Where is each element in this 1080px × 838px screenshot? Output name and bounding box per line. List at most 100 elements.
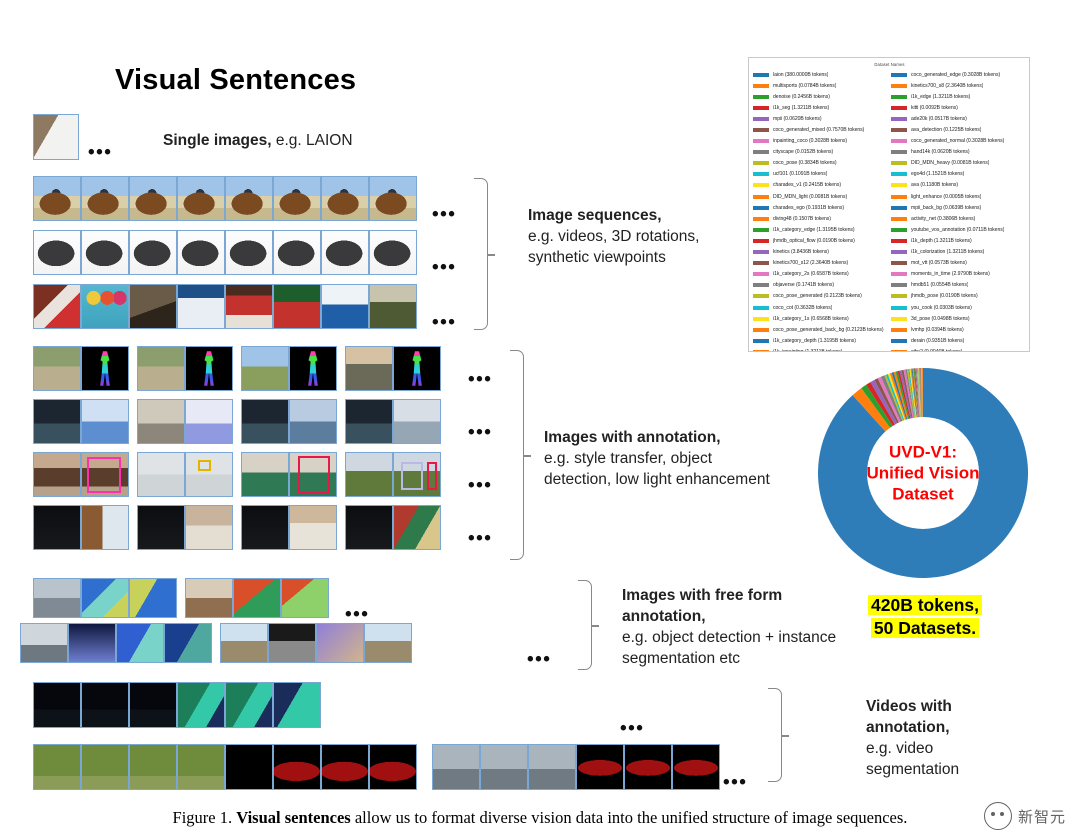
legend-item: laion (380.0000B tokens) <box>753 69 888 80</box>
legend-label: DID_MDN_light (0.0081B tokens) <box>773 193 848 200</box>
thumb-annotation <box>289 505 337 550</box>
legend-item: coco_pose_generated_back_bg (0.2123B tok… <box>753 324 888 335</box>
legend-item: i1k_category_1s (0.6568B tokens) <box>753 313 888 324</box>
legend-label: 3d_pose (0.0498B tokens) <box>911 315 970 322</box>
freeform-pair <box>20 623 212 663</box>
annotation-row-pose <box>33 346 449 391</box>
legend-swatch <box>891 316 907 321</box>
thumb-annotation <box>393 346 441 391</box>
thumb-seq <box>129 284 177 329</box>
bbox <box>87 457 121 493</box>
legend-swatch <box>753 349 769 351</box>
ellipsis-vid-1: ••• <box>620 718 645 739</box>
legend-swatch <box>753 205 769 210</box>
legend-swatch <box>891 238 907 243</box>
thumb-input <box>241 346 289 391</box>
legend-swatch <box>891 105 907 110</box>
annotation-pair <box>345 452 441 497</box>
annotation-pair <box>345 505 441 550</box>
legend-swatch <box>891 305 907 310</box>
callout-images-with-annotation: Images with annotation, e.g. style trans… <box>544 427 774 490</box>
legend-item: ava_detection (0.1225B tokens) <box>891 124 1026 135</box>
thumb-input <box>137 346 185 391</box>
legend-label: mot_vtt (0.0573B tokens) <box>911 260 967 267</box>
legend-item: mpii_back_bg (0.0639B tokens) <box>891 202 1026 213</box>
legend-label: kinetics700_s8 (2.3640B tokens) <box>911 82 984 89</box>
thumb-video-annotation <box>321 744 369 790</box>
legend-label: moments_in_time (2.9790B tokens) <box>911 271 990 278</box>
legend-item: coco_generated_normal (0.3028B tokens) <box>891 136 1026 147</box>
legend-item: mot_vtt (0.0573B tokens) <box>891 258 1026 269</box>
legend-swatch <box>891 349 907 351</box>
legend-label: mpii (0.0620B tokens) <box>773 115 822 122</box>
thumb-input <box>33 505 81 550</box>
thumb-annotation <box>289 452 337 497</box>
figure-caption: Figure 1. Visual sentences allow us to f… <box>0 808 1080 828</box>
callout-videos-with-annotation: Videos with annotation, e.g. video segme… <box>866 696 1026 780</box>
callout-single-images: Single images, e.g. LAION <box>163 130 493 151</box>
legend-swatch <box>891 116 907 121</box>
thumb-annotation <box>185 505 233 550</box>
dataset-legend: Dataset Names laion (380.0000B tokens) mu… <box>748 57 1030 352</box>
legend-swatch <box>753 105 769 110</box>
video-annotation-row-1 <box>33 682 321 728</box>
legend-item: multisports (0.0784B tokens) <box>753 80 888 91</box>
thumb-input <box>20 623 68 663</box>
legend-item: kinetics700_s8 (2.3640B tokens) <box>891 80 1026 91</box>
legend-swatch <box>753 294 769 299</box>
thumb-input <box>137 452 185 497</box>
legend-label: i1k_inpainting (1.3211B tokens) <box>773 348 843 352</box>
legend-label: jhmdb_optical_flow (0.0190B tokens) <box>773 237 855 244</box>
thumb-video-frame <box>177 744 225 790</box>
legend-item: you_cook (0.0303B tokens) <box>891 302 1026 313</box>
legend-label: kinetics700_s12 (2.3640B tokens) <box>773 260 849 267</box>
legend-item: light_enhance (0.0005B tokens) <box>891 191 1026 202</box>
annotation-pair <box>137 505 233 550</box>
callout-images-with-annotation-bold: Images with annotation, <box>544 429 721 446</box>
legend-label: ava (0.1180B tokens) <box>911 182 959 189</box>
ellipsis-ann-2: ••• <box>468 422 493 443</box>
legend-swatch <box>753 261 769 266</box>
donut-center-label: UVD-V1: Unified Vision Dataset <box>848 442 998 505</box>
ellipsis-vid-2: ••• <box>723 772 748 793</box>
thumb-annotation <box>364 623 412 663</box>
thumb-seq <box>273 284 321 329</box>
thumb-video-annotation <box>624 744 672 790</box>
legend-label: denoise (0.2456B tokens) <box>773 93 830 100</box>
thumb-video-annotation <box>672 744 720 790</box>
legend-label: hmdb51 (0.0554B tokens) <box>911 282 969 289</box>
legend-swatch <box>891 83 907 88</box>
thumb-seq <box>33 176 81 221</box>
freeform-row-2 <box>20 623 420 663</box>
legend-title: Dataset Names <box>874 62 905 67</box>
thumb-seq <box>33 284 81 329</box>
thumb-video-annotation <box>576 744 624 790</box>
thumb-video-frame <box>81 744 129 790</box>
legend-label: coco_generated_edge (0.3028B tokens) <box>911 71 1001 78</box>
legend-item: coco_generated_mixed (0.7570B tokens) <box>753 124 888 135</box>
legend-item: i1k_seg (1.3211B tokens) <box>753 102 888 113</box>
bracket-images-with-annotation <box>510 350 531 560</box>
legend-swatch <box>753 272 769 277</box>
legend-label: mpii_back_bg (0.0639B tokens) <box>911 204 982 211</box>
thumb-seq <box>321 176 369 221</box>
legend-label: i1k_category_edge (1.3195B tokens) <box>773 226 855 233</box>
callout-videos-with-annotation-bold: Videos with annotation, <box>866 698 952 736</box>
legend-item: i1k_depth (1.3211B tokens) <box>891 235 1026 246</box>
annotation-pair <box>137 346 233 391</box>
legend-item: ava (0.1180B tokens) <box>891 180 1026 191</box>
thumb-seq <box>369 230 417 275</box>
annotation-pair <box>241 346 337 391</box>
legend-swatch <box>753 72 769 77</box>
donut-center-line1: UVD-V1: <box>888 442 957 462</box>
thumb-seq <box>81 230 129 275</box>
legend-swatch <box>753 250 769 255</box>
legend-label: kitti (0.0092B tokens) <box>911 104 958 111</box>
legend-swatch <box>753 227 769 232</box>
thumb-annotation <box>81 399 129 444</box>
legend-item: i1k_category_2s (0.6587B tokens) <box>753 269 888 280</box>
legend-swatch <box>753 128 769 133</box>
ellipsis-seq-1: ••• <box>432 204 457 225</box>
legend-swatch <box>753 216 769 221</box>
annotation-pair <box>241 452 337 497</box>
